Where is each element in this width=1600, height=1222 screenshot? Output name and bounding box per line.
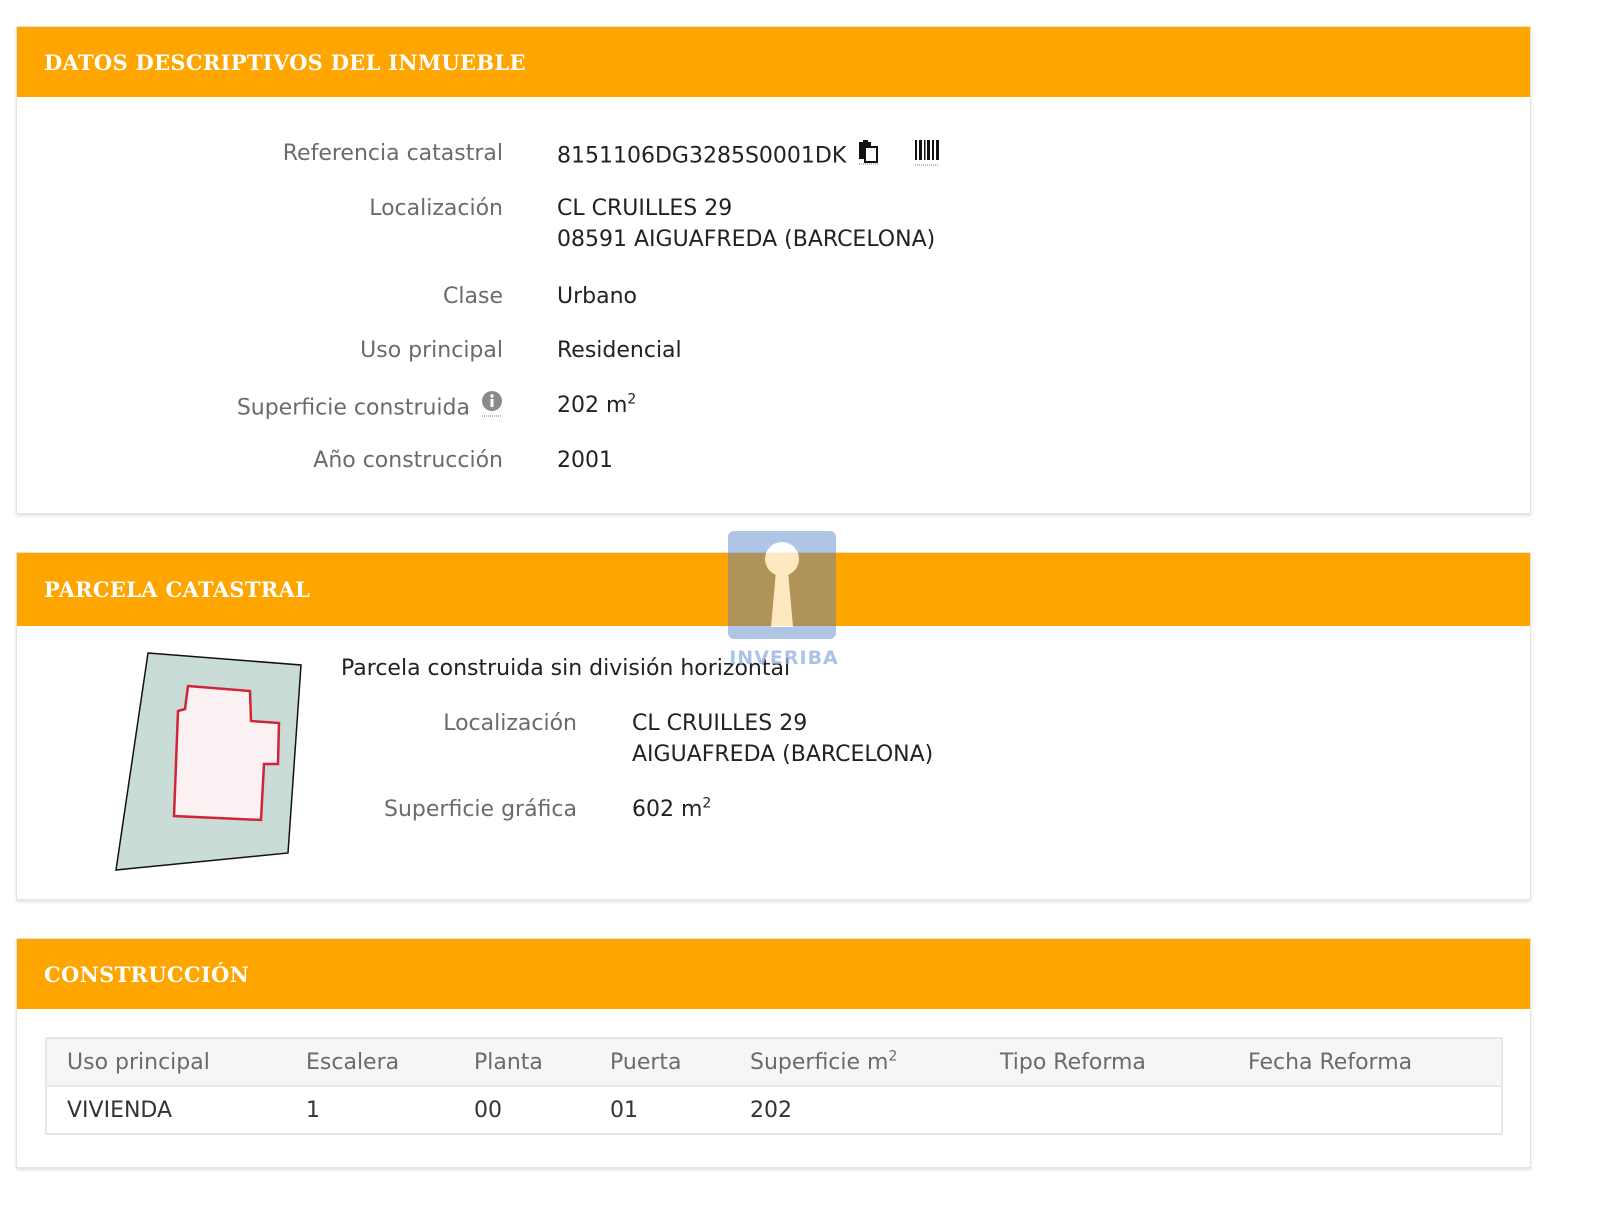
construccion-table: Uso principal Escalera Planta Puerta Sup… [45, 1037, 1503, 1135]
value-referencia: 8151106DG3285S0001DK [557, 138, 940, 175]
col-tipo-reforma: Tipo Reforma [980, 1038, 1228, 1087]
label-uso-principal: Uso principal [360, 338, 503, 363]
superficie-label-text: Superficie construida [236, 395, 470, 421]
label-localizacion: Localización [369, 196, 503, 221]
value-ano-construccion: 2001 [557, 448, 613, 473]
cell-puerta: 01 [610, 1097, 638, 1123]
col-puerta: Puerta [590, 1038, 730, 1087]
value-localizacion-line2: 08591 AIGUAFREDA (BARCELONA) [557, 227, 936, 252]
value-parcela-localizacion-line2: AIGUAFREDA (BARCELONA) [632, 742, 934, 767]
value-clase: Urbano [557, 284, 637, 309]
cell-superficie: 202 [750, 1097, 792, 1123]
table-row: VIVIENDA 1 00 01 202 [46, 1086, 1502, 1134]
copy-icon[interactable] [857, 139, 881, 174]
panel-title: DATOS DESCRIPTIVOS DEL INMUEBLE [44, 49, 526, 75]
superficie-grafica-value: 602 m [632, 797, 703, 822]
label-referencia: Referencia catastral [282, 141, 503, 166]
keyhole-icon [765, 542, 799, 627]
label-parcela-localizacion: Localización [443, 711, 577, 736]
value-parcela-localizacion-line1: CL CRUILLES 29 [632, 711, 808, 736]
panel-header: DATOS DESCRIPTIVOS DEL INMUEBLE [17, 27, 1530, 97]
panel-header: CONSTRUCCIÓN [17, 939, 1530, 1009]
cell-fecha-reforma [1228, 1086, 1502, 1134]
value-superficie-grafica: 602 m2 [632, 794, 711, 825]
superficie-value: 202 m [557, 393, 628, 418]
col-superficie-sup: 2 [888, 1048, 898, 1065]
col-planta: Planta [454, 1038, 590, 1087]
inveriba-watermark-logo: INVERIBA [728, 531, 840, 671]
parcela-subtitle: Parcela construida sin división horizont… [341, 656, 791, 681]
superficie-sup: 2 [627, 391, 637, 408]
watermark-text: INVERIBA [729, 647, 839, 669]
label-clase: Clase [443, 284, 503, 309]
construccion-panel: CONSTRUCCIÓN Uso principal Escalera Plan… [16, 938, 1531, 1168]
col-escalera: Escalera [286, 1038, 454, 1087]
col-uso-principal: Uso principal [46, 1038, 286, 1087]
panel-title: PARCELA CATASTRAL [44, 577, 311, 602]
table-header-row: Uso principal Escalera Planta Puerta Sup… [46, 1038, 1502, 1087]
label-ano-construccion: Año construcción [313, 448, 503, 473]
info-icon[interactable] [481, 390, 503, 427]
col-superficie-label: Superficie m [750, 1049, 889, 1075]
superficie-grafica-sup: 2 [702, 795, 712, 812]
parcel-map-image [115, 652, 302, 871]
label-superficie-construida: Superficie construida [167, 390, 503, 427]
label-superficie-grafica: Superficie gráfica [384, 797, 577, 822]
panel-title: CONSTRUCCIÓN [44, 961, 250, 987]
barcode-icon[interactable] [914, 138, 940, 175]
datos-descriptivos-panel: DATOS DESCRIPTIVOS DEL INMUEBLE Referenc… [16, 26, 1531, 514]
value-localizacion-line1: CL CRUILLES 29 [557, 196, 733, 221]
cell-planta: 00 [474, 1097, 502, 1123]
cell-tipo-reforma [980, 1086, 1228, 1134]
value-superficie-construida: 202 m2 [557, 390, 636, 421]
col-fecha-reforma: Fecha Reforma [1228, 1038, 1502, 1087]
cell-escalera: 1 [306, 1097, 320, 1123]
cell-uso: VIVIENDA [67, 1097, 173, 1123]
referencia-value: 8151106DG3285S0001DK [557, 143, 847, 169]
value-uso-principal: Residencial [557, 338, 682, 363]
col-superficie: Superficie m2 [730, 1038, 980, 1087]
